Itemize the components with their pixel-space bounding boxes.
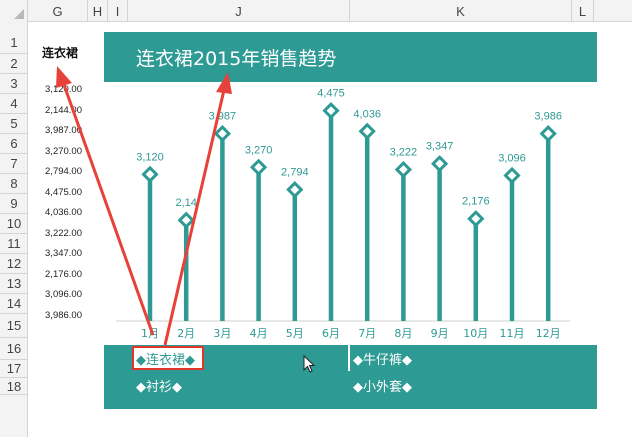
data-point-marker[interactable]	[430, 155, 449, 173]
row-header-17[interactable]: 17	[0, 360, 28, 378]
data-point-marker[interactable]	[177, 211, 195, 229]
x-tick-label: 1月	[141, 327, 159, 340]
data-point-marker[interactable]	[213, 124, 232, 143]
data-label: 2,176	[462, 196, 490, 208]
g-column-header-cell[interactable]: 连衣裙	[28, 44, 92, 61]
data-label: 4,475	[317, 88, 345, 100]
row-header-15[interactable]: 15	[0, 314, 28, 338]
spreadsheet: G H I J K L 1 2 3 4 5 6 7 8 9 10 11 12 13 14 15 16 17 18 …	[0, 0, 632, 437]
x-tick-label: 10月	[463, 327, 488, 340]
data-label: 3,347	[426, 141, 454, 153]
row-header-4[interactable]: 4	[0, 94, 28, 114]
row-header-7[interactable]: 7	[0, 154, 28, 174]
legend-item-jeans[interactable]: ◆牛仔裤◆	[353, 349, 412, 368]
column-header-j[interactable]: J	[128, 0, 350, 22]
g-value-cell[interactable]: 3,120.00	[30, 84, 82, 95]
data-label: 3,987	[209, 111, 237, 123]
legend-item-jacket[interactable]: ◆小外套◆	[353, 376, 412, 395]
legend-item-shirt[interactable]: ◆衬衫◆	[136, 376, 182, 395]
row-header-13[interactable]: 13	[0, 274, 28, 294]
column-header-i[interactable]: I	[108, 0, 128, 22]
g-value-cell[interactable]: 4,036.00	[30, 207, 82, 218]
x-tick-label: 6月	[322, 327, 340, 340]
x-tick-label: 3月	[213, 327, 231, 340]
g-value-cell[interactable]: 3,347.00	[30, 248, 82, 259]
data-label: 3,120	[136, 151, 164, 163]
legend-item-dress[interactable]: ◆连衣裙◆	[136, 349, 195, 368]
select-all-corner[interactable]	[0, 0, 28, 22]
column-header-l[interactable]: L	[572, 0, 594, 22]
row-header-16[interactable]: 16	[0, 338, 28, 360]
data-point-marker[interactable]	[539, 125, 557, 143]
g-value-cell[interactable]: 2,794.00	[30, 166, 82, 177]
data-point-marker[interactable]	[394, 160, 413, 179]
chart-legend: ◆连衣裙◆ ◆牛仔裤◆ ◆衬衫◆ ◆小外套◆	[104, 345, 597, 409]
data-label: 3,270	[245, 144, 273, 156]
g-value-cell[interactable]: 4,475.00	[30, 187, 82, 198]
data-point-marker[interactable]	[286, 181, 304, 199]
row-header-12[interactable]: 12	[0, 254, 28, 274]
g-value-cell[interactable]: 2,144.00	[30, 105, 82, 116]
chart-panel[interactable]: 连衣裙2015年销售趋势 3,120 1月 2,14 2月 3,987 3月 3,270 4月…	[104, 32, 597, 409]
row-header-5[interactable]: 5	[0, 114, 28, 134]
row-header-8[interactable]: 8	[0, 174, 28, 194]
data-point-marker[interactable]	[322, 102, 340, 120]
data-label: 3,096	[498, 152, 526, 164]
x-tick-label: 2月	[177, 327, 195, 340]
column-header-bar: G H I J K L	[0, 0, 632, 22]
row-header-1[interactable]: 1	[0, 32, 28, 54]
x-tick-label: 12月	[536, 327, 561, 340]
column-header-h[interactable]: H	[88, 0, 108, 22]
g-value-cell[interactable]: 3,987.00	[30, 125, 82, 136]
data-point-marker[interactable]	[503, 166, 521, 185]
chart-plot-area: 3,120 1月 2,14 2月 3,987 3月 3,270 4月 2,794 5月 4,475 6…	[116, 88, 570, 340]
data-point-marker[interactable]	[141, 165, 159, 183]
g-value-cell[interactable]: 2,176.00	[30, 269, 82, 280]
mouse-cursor-icon	[303, 355, 316, 373]
row-header-10[interactable]: 10	[0, 214, 28, 234]
data-label: 3,222	[390, 147, 418, 159]
x-tick-label: 8月	[394, 327, 412, 340]
x-tick-label: 4月	[250, 327, 268, 340]
data-label: 2,794	[281, 167, 309, 179]
data-label: 2,14	[175, 197, 196, 209]
data-point-marker[interactable]	[249, 158, 268, 176]
row-header-18[interactable]: 18	[0, 378, 28, 395]
legend-divider	[348, 345, 350, 371]
x-tick-label: 9月	[431, 327, 449, 340]
column-header-g[interactable]: G	[28, 0, 88, 22]
g-value-cell[interactable]: 3,986.00	[30, 310, 82, 321]
data-point-marker[interactable]	[467, 210, 485, 228]
data-label: 4,036	[353, 108, 381, 120]
data-point-marker[interactable]	[358, 122, 376, 140]
row-header-3[interactable]: 3	[0, 74, 28, 94]
g-value-cell[interactable]: 3,222.00	[30, 228, 82, 239]
row-header-2[interactable]: 2	[0, 54, 28, 74]
x-tick-label: 5月	[286, 327, 304, 340]
row-header-14[interactable]: 14	[0, 294, 28, 314]
row-header-9[interactable]: 9	[0, 194, 28, 214]
data-label: 3,986	[534, 111, 562, 123]
x-tick-label: 7月	[358, 327, 376, 340]
x-tick-label: 11月	[500, 327, 525, 340]
g-value-cell[interactable]: 3,096.00	[30, 289, 82, 300]
row-header-6[interactable]: 6	[0, 134, 28, 154]
g-value-cell[interactable]: 3,270.00	[30, 146, 82, 157]
column-header-k[interactable]: K	[350, 0, 572, 22]
row-header-11[interactable]: 11	[0, 234, 28, 254]
